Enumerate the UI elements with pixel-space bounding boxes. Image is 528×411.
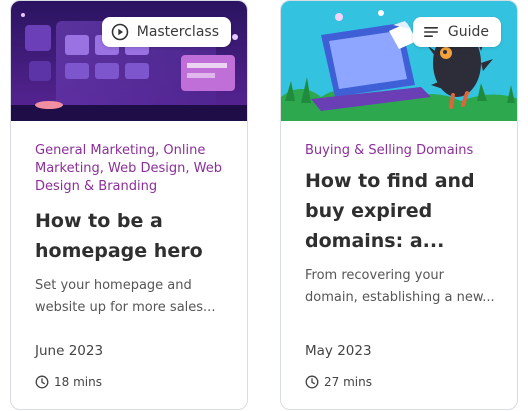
read-time: 27 mins <box>305 375 372 389</box>
list-lines-icon <box>422 23 440 41</box>
read-time-label: 27 mins <box>324 375 372 389</box>
article-card-expired-domains[interactable]: Guide Buying & Selling Domains How to fi… <box>280 0 518 410</box>
play-circle-icon <box>111 23 129 41</box>
article-date: June 2023 <box>35 343 104 359</box>
badge-label: Masterclass <box>136 24 219 40</box>
read-time-label: 18 mins <box>54 375 102 389</box>
badge-label: Guide <box>447 24 489 40</box>
article-categories[interactable]: Buying & Selling Domains <box>305 142 497 166</box>
article-description: Set your homepage and website up for mor… <box>35 278 216 315</box>
article-title[interactable]: How to be a homepage hero <box>35 206 227 266</box>
clock-icon <box>305 375 319 389</box>
article-title[interactable]: How to find and buy expired domains: a..… <box>305 166 497 256</box>
card-thumbnail: Masterclass <box>11 1 247 121</box>
article-card-homepage-hero[interactable]: Masterclass General Marketing, Online Ma… <box>10 0 248 410</box>
read-time: 18 mins <box>35 375 102 389</box>
card-thumbnail: Guide <box>281 1 517 121</box>
badge-masterclass: Masterclass <box>101 17 231 47</box>
badge-guide: Guide <box>412 17 501 47</box>
article-categories[interactable]: General Marketing, Online Marketing, Web… <box>35 142 227 200</box>
article-date: May 2023 <box>305 343 372 359</box>
clock-icon <box>35 375 49 389</box>
article-description: From recovering your domain, establishin… <box>305 268 495 305</box>
